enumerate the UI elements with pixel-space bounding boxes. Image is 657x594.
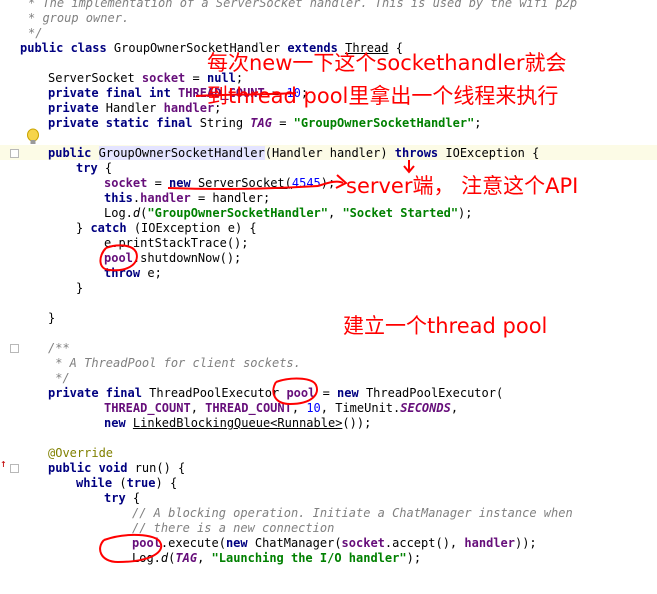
code-line: Log.d("GroupOwnerSocketHandler", "Socket… xyxy=(104,206,473,220)
code-line: Log.d(TAG, "Launching the I/O handler"); xyxy=(132,551,422,565)
code-line: try { xyxy=(104,491,141,505)
code-line: private final ThreadPoolExecutor pool = … xyxy=(48,386,504,400)
annotation-note: server端， 注意这个API xyxy=(346,174,579,198)
code-line: private static final String TAG = "Group… xyxy=(48,116,482,130)
code-line: */ xyxy=(48,371,70,385)
code-line: new LinkedBlockingQueue<Runnable>()); xyxy=(104,416,372,430)
code-line: pool.execute(new ChatManager(socket.acce… xyxy=(132,536,537,550)
code-line: this.handler = handler; xyxy=(104,191,271,205)
code-line: public void run() { xyxy=(48,461,186,475)
fold-marker-icon[interactable] xyxy=(10,149,19,158)
code-line: /** xyxy=(48,341,70,355)
annotation-note: 每次new一下这个sockethandler就会 xyxy=(207,51,567,75)
code-line: THREAD_COUNT, THREAD_COUNT, 10, TimeUnit… xyxy=(104,401,459,415)
code-line: pool.shutdownNow(); xyxy=(104,251,242,265)
code-line: } catch (IOException e) { xyxy=(76,221,257,235)
code-line: * The implementation of a ServerSocket h… xyxy=(28,0,578,10)
fold-marker-icon[interactable] xyxy=(10,464,19,473)
code-line: socket = new ServerSocket(4545); xyxy=(104,176,336,190)
code-line: } xyxy=(76,281,84,295)
code-line: throw e; xyxy=(104,266,162,280)
editor-gutter xyxy=(0,0,20,594)
code-line: */ xyxy=(28,26,43,40)
code-line: while (true) { xyxy=(76,476,178,490)
annotation-note: 到thread pool里拿出一个线程来执行 xyxy=(207,84,559,108)
code-line: * group owner. xyxy=(28,11,130,25)
fold-marker-icon[interactable] xyxy=(10,344,19,353)
code-line: try { xyxy=(76,161,113,175)
code-line: * A ThreadPool for client sockets. xyxy=(48,356,301,370)
code-line: public GroupOwnerSocketHandler(Handler h… xyxy=(48,146,540,160)
code-line: @Override xyxy=(48,446,114,460)
code-line: private Handler handler; xyxy=(48,101,222,115)
code-line: e.printStackTrace(); xyxy=(104,236,249,250)
lightbulb-icon[interactable] xyxy=(26,128,40,146)
code-line: } xyxy=(48,311,56,325)
code-line: // A blocking operation. Initiate a Chat… xyxy=(132,506,573,520)
override-gutter-icon[interactable]: ↑ xyxy=(0,458,7,470)
code-line: // there is a new connection xyxy=(132,521,335,535)
annotation-note: 建立一个thread pool xyxy=(343,314,548,338)
